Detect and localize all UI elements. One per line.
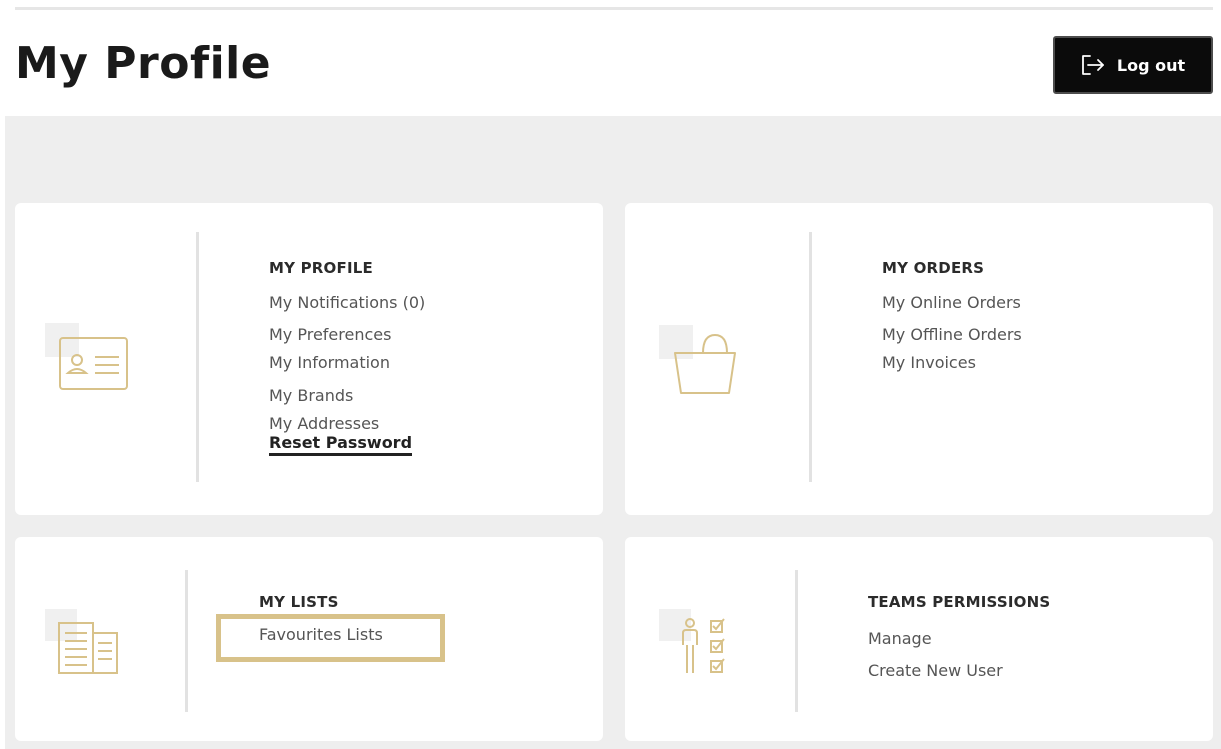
card-title: MY ORDERS — [882, 259, 985, 277]
manage-link[interactable]: Manage — [868, 629, 1050, 648]
card-divider — [185, 570, 188, 712]
document-list-icon — [43, 607, 123, 682]
my-preferences-link[interactable]: My Preferences — [269, 325, 425, 344]
card-content: MY LISTS Favourites Lists — [259, 593, 383, 644]
top-rule — [15, 7, 1213, 10]
favourites-lists-link[interactable]: Favourites Lists — [259, 625, 383, 644]
card-divider — [196, 232, 199, 482]
id-card-icon — [43, 321, 133, 401]
shopping-bag-icon — [657, 323, 737, 400]
card-content: TEAMS PERMISSIONS Manage Create New User — [868, 593, 1050, 680]
card-content: MY PROFILE My Notifications (0) My Prefe… — [269, 259, 425, 456]
card-content: MY ORDERS My Online Orders My Offline Or… — [882, 259, 1022, 372]
my-invoices-link[interactable]: My Invoices — [882, 353, 1022, 372]
card-my-orders: MY ORDERS My Online Orders My Offline Or… — [625, 203, 1213, 515]
card-title: MY LISTS — [259, 593, 339, 611]
card-title: TEAMS PERMISSIONS — [868, 593, 1051, 611]
reset-password-link[interactable]: Reset Password — [269, 433, 413, 456]
card-my-lists: MY LISTS Favourites Lists — [15, 537, 603, 741]
my-brands-link[interactable]: My Brands — [269, 386, 425, 405]
my-online-orders-link[interactable]: My Online Orders — [882, 293, 1022, 312]
card-title: MY PROFILE — [269, 259, 373, 277]
card-teams-permissions: TEAMS PERMISSIONS Manage Create New User — [625, 537, 1213, 741]
card-divider — [809, 232, 812, 482]
logout-button[interactable]: Log out — [1053, 36, 1213, 94]
page-title: My Profile — [15, 38, 272, 89]
card-my-profile: MY PROFILE My Notifications (0) My Prefe… — [15, 203, 603, 515]
my-addresses-link[interactable]: My Addresses — [269, 414, 425, 433]
my-offline-orders-link[interactable]: My Offline Orders — [882, 325, 1022, 344]
user-checklist-icon — [657, 607, 737, 684]
card-divider — [795, 570, 798, 712]
my-notifications-link[interactable]: My Notifications (0) — [269, 293, 425, 312]
create-new-user-link[interactable]: Create New User — [868, 661, 1050, 680]
logout-label: Log out — [1116, 55, 1186, 75]
logout-icon — [1081, 55, 1104, 75]
my-information-link[interactable]: My Information — [269, 353, 425, 372]
